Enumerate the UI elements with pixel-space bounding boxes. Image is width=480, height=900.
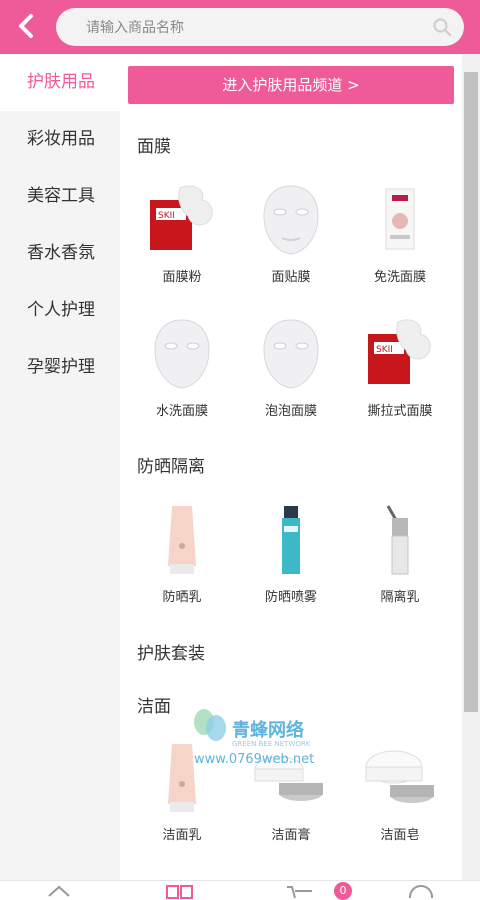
product-image: SKII <box>132 180 232 260</box>
product-image <box>241 500 341 580</box>
search-input[interactable]: 请输入商品名称 <box>56 8 464 46</box>
search-placeholder: 请输入商品名称 <box>86 20 184 36</box>
product-item[interactable]: 面贴膜 <box>241 180 341 285</box>
product-item[interactable]: 防晒喷雾 <box>241 500 341 605</box>
product-label: 泡泡面膜 <box>264 404 317 419</box>
product-label: 隔离乳 <box>380 590 420 605</box>
section-title-sunscreen: 防晒隔离 <box>137 457 205 477</box>
category-sidebar: 护肤用品 彩妆用品 美容工具 香水香氛 个人护理 孕婴护理 <box>0 54 120 895</box>
product-label: 洁面皂 <box>380 828 420 843</box>
product-image <box>350 180 450 260</box>
product-image <box>132 314 232 394</box>
svg-text:SKII: SKII <box>158 211 175 221</box>
sidebar-item-fragrance[interactable]: 香水香氛 <box>0 225 120 282</box>
watermark-url: www.0769web.net <box>194 752 315 767</box>
product-item[interactable]: 洁面皂 <box>350 738 450 843</box>
chevron-left-icon <box>19 14 33 38</box>
watermark-english: GREEN BEE NETWORK <box>232 740 311 748</box>
watermark: 青蜂网络 GREEN BEE NETWORK www.0769web.net <box>190 708 330 768</box>
bee-logo-icon <box>194 709 226 741</box>
product-label: 撕拉式面膜 <box>367 404 433 419</box>
product-image <box>350 500 450 580</box>
cart-badge: 0 <box>334 882 352 900</box>
sidebar-item-skincare[interactable]: 护肤用品 <box>0 54 120 111</box>
product-label: 水洗面膜 <box>155 404 208 419</box>
product-label: 免洗面膜 <box>373 270 426 285</box>
product-item[interactable]: SKII 面膜粉 <box>132 180 232 285</box>
user-icon[interactable] <box>408 884 434 898</box>
product-image <box>241 180 341 260</box>
product-image <box>241 314 341 394</box>
sidebar-item-beauty-tools[interactable]: 美容工具 <box>0 168 120 225</box>
cart-icon[interactable] <box>286 885 316 899</box>
product-item[interactable]: SKII 撕拉式面膜 <box>350 314 450 419</box>
scrollbar-thumb[interactable] <box>464 72 478 712</box>
product-item[interactable]: 防晒乳 <box>132 500 232 605</box>
home-icon[interactable] <box>47 884 71 898</box>
bottom-nav <box>0 880 480 899</box>
category-icon[interactable] <box>166 885 194 899</box>
product-label: 洁面膏 <box>271 828 311 843</box>
top-bar: 请输入商品名称 <box>0 0 480 54</box>
sidebar-item-baby-care[interactable]: 孕婴护理 <box>0 339 120 396</box>
product-item[interactable]: 水洗面膜 <box>132 314 232 419</box>
product-image <box>132 500 232 580</box>
product-image <box>350 738 450 818</box>
product-label: 防晒喷雾 <box>264 590 317 605</box>
watermark-name: 青蜂网络 <box>232 720 304 741</box>
product-label: 洁面乳 <box>162 828 202 843</box>
section-title-mask: 面膜 <box>137 137 171 157</box>
product-item[interactable]: 泡泡面膜 <box>241 314 341 419</box>
section-title-cleanser: 洁面 <box>137 697 171 717</box>
product-item[interactable]: 隔离乳 <box>350 500 450 605</box>
back-button[interactable] <box>10 10 42 42</box>
svg-text:SKII: SKII <box>376 345 393 355</box>
product-label: 面贴膜 <box>271 270 311 285</box>
product-image: SKII <box>350 314 450 394</box>
sidebar-item-personal-care[interactable]: 个人护理 <box>0 282 120 339</box>
product-label: 防晒乳 <box>162 590 202 605</box>
product-label: 面膜粉 <box>162 270 202 285</box>
enter-channel-button[interactable]: 进入护肤用品频道 > <box>128 66 454 104</box>
main-content: 进入护肤用品频道 > 面膜 SKII 面膜粉 面贴膜 免洗面膜 水洗面膜 泡泡面… <box>120 54 462 895</box>
product-item[interactable]: 免洗面膜 <box>350 180 450 285</box>
scrollbar[interactable] <box>462 54 480 895</box>
search-icon[interactable] <box>432 17 452 37</box>
section-title-skincare-set: 护肤套装 <box>137 644 205 664</box>
sidebar-item-makeup[interactable]: 彩妆用品 <box>0 111 120 168</box>
